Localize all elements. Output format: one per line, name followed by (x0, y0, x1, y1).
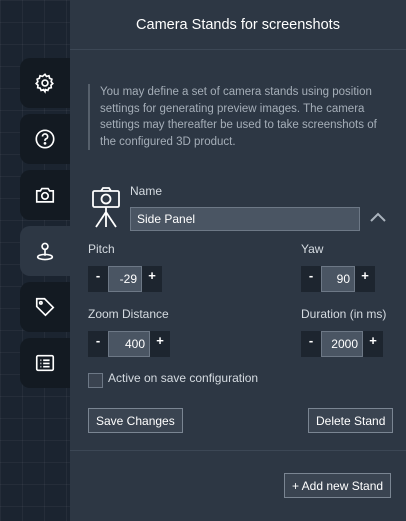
list-icon (35, 354, 55, 372)
duration-stepper: - + (301, 331, 383, 357)
sidebar-rail (20, 58, 70, 394)
camera-icon (35, 187, 55, 203)
panel-title: Camera Stands for screenshots (70, 0, 406, 50)
sidebar-item-camera[interactable] (20, 170, 70, 220)
zoom-distance-input[interactable] (108, 331, 150, 357)
zoom-decrement-button[interactable]: - (88, 331, 108, 357)
zoom-increment-button[interactable]: + (150, 331, 170, 357)
yaw-stepper: - + (301, 266, 375, 292)
pitch-decrement-button[interactable]: - (88, 266, 108, 292)
yaw-input[interactable] (321, 266, 355, 292)
panel-description: You may define a set of camera stands us… (88, 84, 394, 150)
zoom-distance-stepper: - + (88, 331, 170, 357)
duration-decrement-button[interactable]: - (301, 331, 321, 357)
stand-name-input[interactable] (130, 207, 360, 231)
camera-tripod-icon (92, 187, 120, 228)
duration-increment-button[interactable]: + (363, 331, 383, 357)
pitch-input[interactable] (108, 266, 142, 292)
camera-stands-panel: Camera Stands for screenshots You may de… (70, 0, 406, 521)
zoom-distance-label: Zoom Distance (88, 307, 169, 321)
tag-icon (35, 297, 55, 317)
yaw-decrement-button[interactable]: - (301, 266, 321, 292)
add-new-stand-button[interactable]: + Add new Stand (284, 473, 392, 498)
name-label: Name (130, 184, 163, 198)
sidebar-item-tags[interactable] (20, 282, 70, 332)
duration-label: Duration (in ms) (301, 307, 387, 321)
help-icon (35, 129, 55, 149)
active-on-save-label: Active on save configuration (108, 371, 259, 385)
yaw-label: Yaw (301, 242, 324, 256)
active-on-save-checkbox[interactable] (88, 373, 103, 388)
duration-input[interactable] (321, 331, 363, 357)
yaw-increment-button[interactable]: + (355, 266, 375, 292)
sidebar-item-help[interactable] (20, 114, 70, 164)
delete-stand-button[interactable]: Delete Stand (308, 408, 394, 433)
save-changes-button[interactable]: Save Changes (88, 408, 183, 433)
pitch-increment-button[interactable]: + (142, 266, 162, 292)
sidebar-item-list[interactable] (20, 338, 70, 388)
chevron-up-icon[interactable] (368, 209, 388, 225)
pitch-stepper: - + (88, 266, 162, 292)
pitch-label: Pitch (88, 242, 115, 256)
gear-icon (35, 73, 54, 94)
sidebar-item-camera-stands[interactable] (20, 226, 70, 276)
divider (70, 450, 406, 451)
sidebar-item-settings[interactable] (20, 58, 70, 108)
location-pin-icon (36, 242, 54, 261)
